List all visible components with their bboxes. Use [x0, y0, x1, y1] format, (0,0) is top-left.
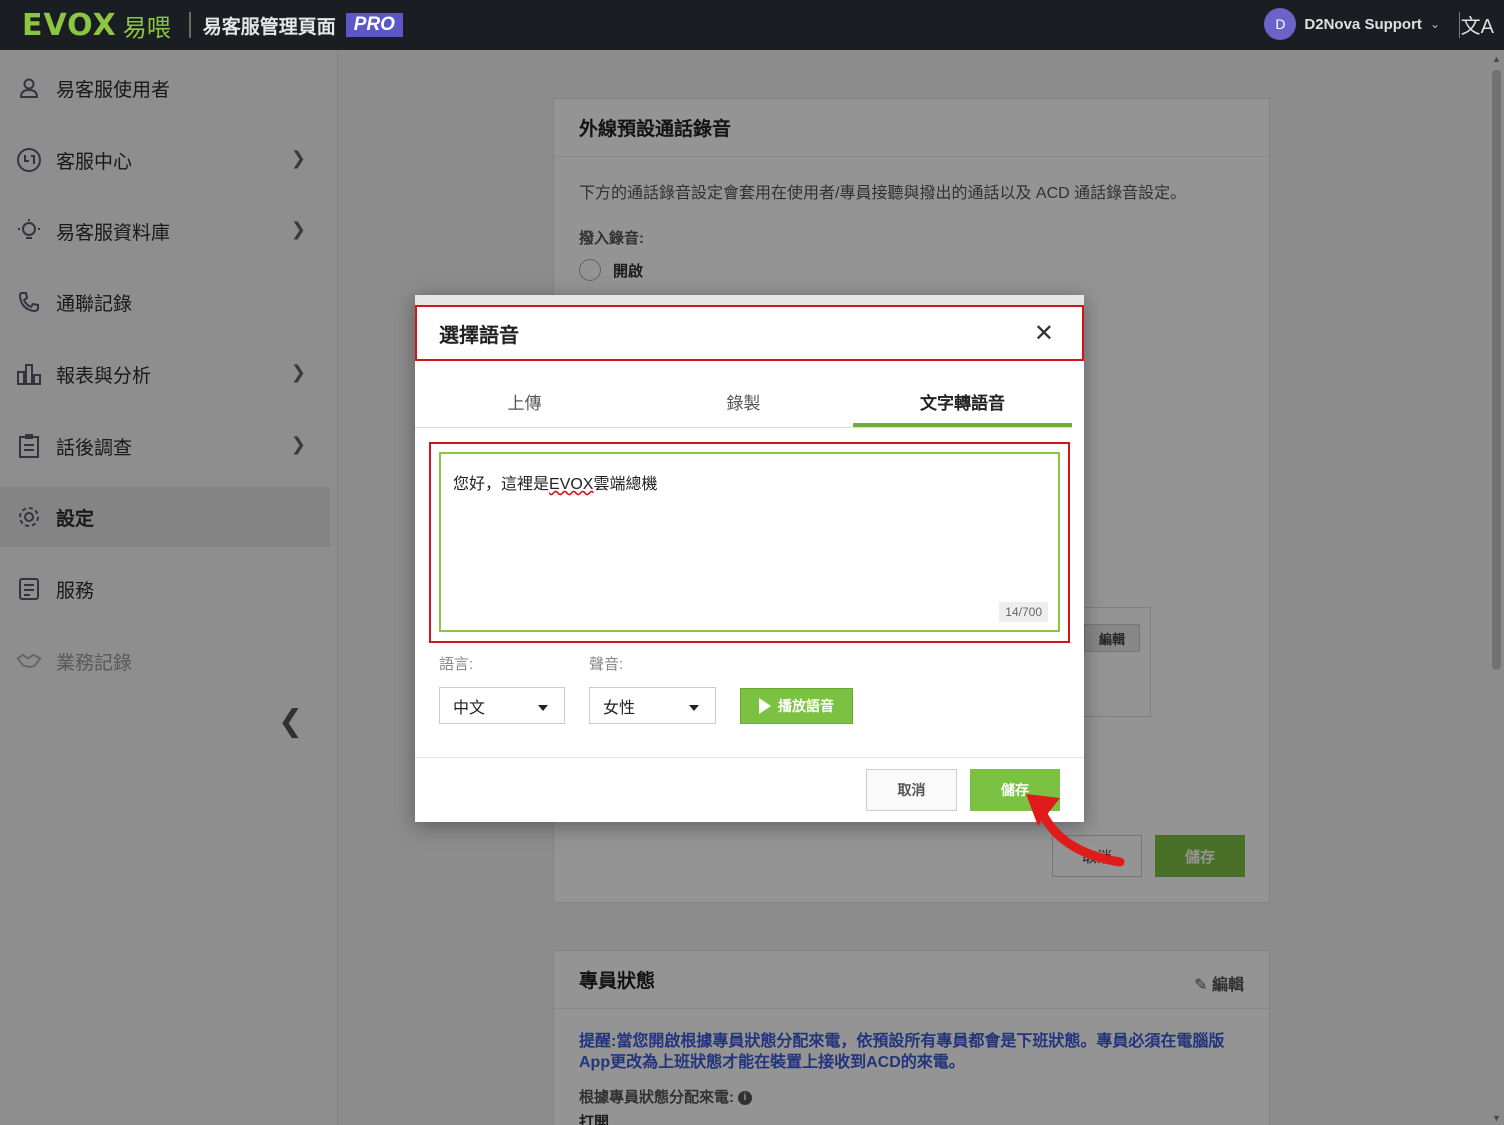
voice-select[interactable]: 女性 [589, 687, 716, 724]
voice-source-tabs: 上傳 錄製 文字轉語音 [415, 379, 1072, 428]
caret-down-icon [689, 705, 699, 711]
spellcheck-word: EVOX [549, 476, 594, 493]
tab-text-to-speech[interactable]: 文字轉語音 [853, 379, 1072, 427]
modal-title: 選擇語音 [439, 324, 519, 347]
tts-text-part: 雲端總機 [593, 476, 658, 493]
modal-header: 選擇語音 ✕ [415, 305, 1084, 361]
admin-title: 易客服管理頁面 [202, 16, 336, 38]
play-voice-button[interactable]: 播放語音 [740, 688, 853, 724]
modal-footer-divider [415, 757, 1084, 758]
language-value: 中文 [453, 699, 486, 717]
translate-icon[interactable]: 文A [1461, 10, 1494, 39]
select-voice-dialog: 選擇語音 ✕ 上傳 錄製 文字轉語音 您好，這裡是EVOX雲端總機 14/700… [415, 295, 1084, 822]
topbar-divider [188, 12, 191, 38]
avatar[interactable]: D [1264, 8, 1297, 40]
cancel-button[interactable]: 取消 [866, 769, 957, 811]
user-menu[interactable]: D D2Nova Support ⌄ [1264, 8, 1440, 40]
voice-value: 女性 [603, 699, 636, 717]
user-name[interactable]: D2Nova Support [1304, 16, 1422, 33]
language-select[interactable]: 中文 [439, 687, 565, 724]
play-label: 播放語音 [778, 698, 834, 714]
play-icon [759, 698, 771, 714]
tab-upload[interactable]: 上傳 [415, 379, 634, 427]
tab-record[interactable]: 錄製 [634, 379, 853, 427]
tts-textarea[interactable]: 您好，這裡是EVOX雲端總機 14/700 [439, 452, 1060, 632]
language-label: 語言: [439, 656, 474, 673]
tts-text-part: 您好，這裡是 [453, 476, 550, 493]
annotation-arrow-icon [1026, 794, 1125, 867]
char-counter: 14/700 [999, 602, 1048, 622]
voice-label: 聲音: [589, 656, 624, 673]
close-icon[interactable]: ✕ [1034, 319, 1054, 348]
logo-chinese: 易喂 [122, 14, 171, 42]
chevron-down-icon[interactable]: ⌄ [1430, 17, 1440, 31]
tts-highlight-frame: 您好，這裡是EVOX雲端總機 14/700 [429, 442, 1070, 643]
pro-badge: PRO [345, 13, 403, 37]
tts-text[interactable]: 您好，這裡是EVOX雲端總機 [453, 470, 658, 494]
top-bar: EVOX 易喂 易客服管理頁面 PRO D D2Nova Support ⌄ 文… [0, 0, 1504, 50]
modal-top-strip [415, 295, 1084, 305]
caret-down-icon [538, 705, 548, 711]
evox-logo[interactable]: EVOX [22, 8, 117, 43]
